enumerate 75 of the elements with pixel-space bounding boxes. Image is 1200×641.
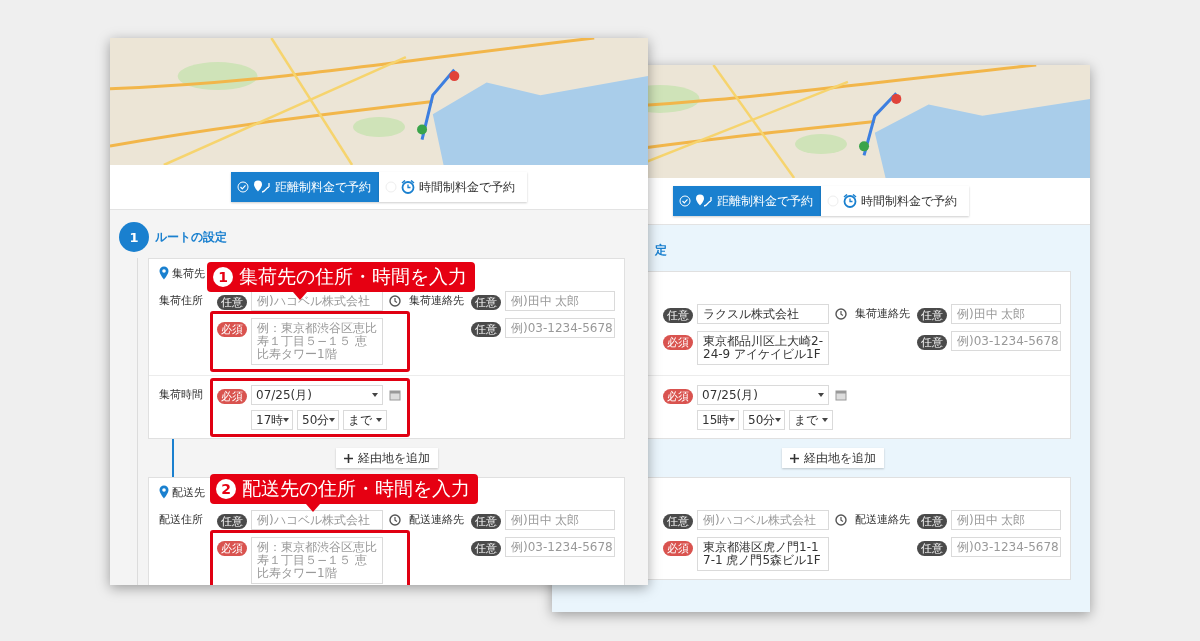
caret-icon [329, 418, 336, 422]
booking-tab[interactable]: 距離制料金で予約 [231, 172, 379, 202]
field-label: 集荷住所 [159, 293, 204, 309]
optional-badge: 任意 [917, 335, 947, 350]
calendar-icon [835, 389, 847, 401]
caret-icon [822, 418, 828, 422]
required-badge: 必須 [217, 322, 247, 337]
callout-text: 配送先の住所・時間を入力 [242, 476, 470, 501]
optional-badge: 任意 [471, 322, 501, 337]
calendar-icon [389, 389, 401, 401]
optional-badge: 任意 [663, 308, 693, 323]
required-badge: 必須 [663, 541, 693, 556]
dropdown-field[interactable]: 07/25(月) [697, 385, 829, 405]
field-label: 集荷時間 [159, 387, 204, 403]
caret-icon [376, 418, 382, 422]
add-waypoint-button[interactable]: 経由地を追加 [335, 448, 438, 468]
step-number: 1 [119, 222, 149, 252]
field-label: 配送住所 [159, 512, 204, 528]
alarm-clock-icon [401, 180, 415, 194]
field-label: 配送連絡先 [409, 512, 465, 528]
required-badge: 必須 [217, 541, 247, 556]
required-badge: 必須 [663, 389, 693, 404]
optional-badge: 任意 [471, 514, 501, 529]
map-pin-icon [159, 485, 169, 499]
optional-badge: 任意 [917, 541, 947, 556]
dropdown-field[interactable]: 50分 [297, 410, 339, 430]
required-badge: 必須 [663, 335, 693, 350]
caret-icon [818, 393, 824, 397]
route-pin-icon [695, 194, 713, 208]
field-label: 集荷連絡先 [855, 306, 911, 322]
clock-icon [389, 295, 401, 307]
check-circle-icon [679, 195, 691, 207]
stop-heading: 集荷先 [172, 265, 205, 281]
add-waypoint-button[interactable]: 経由地を追加 [781, 448, 884, 468]
clock-icon [835, 514, 847, 526]
stop-heading: 配送先 [172, 484, 205, 500]
dropdown-field[interactable]: 17時 [251, 410, 293, 430]
input-field[interactable]: ラクスル株式会社 [697, 304, 829, 324]
section-title: 定 [655, 241, 667, 259]
alarm-clock-icon [843, 194, 857, 208]
optional-badge: 任意 [217, 295, 247, 310]
caret-icon [372, 393, 378, 397]
optional-badge: 任意 [917, 514, 947, 529]
address-field[interactable]: 東京都品川区上大崎2-24-9 アイケイビル1F [697, 331, 829, 365]
plus-icon [343, 453, 353, 463]
booking-tab[interactable]: 距離制料金で予約 [673, 186, 821, 216]
optional-badge: 任意 [217, 514, 247, 529]
optional-badge: 任意 [917, 308, 947, 323]
required-badge: 必須 [217, 389, 247, 404]
field-label: 配送連絡先 [855, 512, 911, 528]
route-pin-icon [253, 180, 271, 194]
callout-text: 集荷先の住所・時間を入力 [239, 264, 467, 289]
optional-badge: 任意 [663, 514, 693, 529]
map-pin-icon [159, 266, 169, 280]
dropdown-field[interactable]: まで [343, 410, 387, 430]
dropdown-field[interactable]: 15時 [697, 410, 739, 430]
caret-icon [729, 418, 736, 422]
caret-icon [775, 418, 782, 422]
caret-icon [283, 418, 290, 422]
clock-icon [389, 514, 401, 526]
address-field[interactable]: 東京都港区虎ノ門1-17-1 虎ノ門5森ビル1F [697, 537, 829, 571]
booking-tab[interactable]: 時間制料金で予約 [379, 172, 527, 202]
callout-number: 2 [216, 479, 236, 499]
dropdown-field[interactable]: 50分 [743, 410, 785, 430]
plus-icon [789, 453, 799, 463]
optional-badge: 任意 [471, 295, 501, 310]
dropdown-field[interactable]: 07/25(月) [251, 385, 383, 405]
check-circle-icon [237, 181, 249, 193]
field-label: 集荷連絡先 [409, 293, 465, 309]
callout-number: 1 [213, 267, 233, 287]
optional-badge: 任意 [471, 541, 501, 556]
booking-tab[interactable]: 時間制料金で予約 [821, 186, 969, 216]
clock-icon [835, 308, 847, 320]
dropdown-field[interactable]: まで [789, 410, 833, 430]
section-title: ルートの設定 [155, 228, 227, 246]
